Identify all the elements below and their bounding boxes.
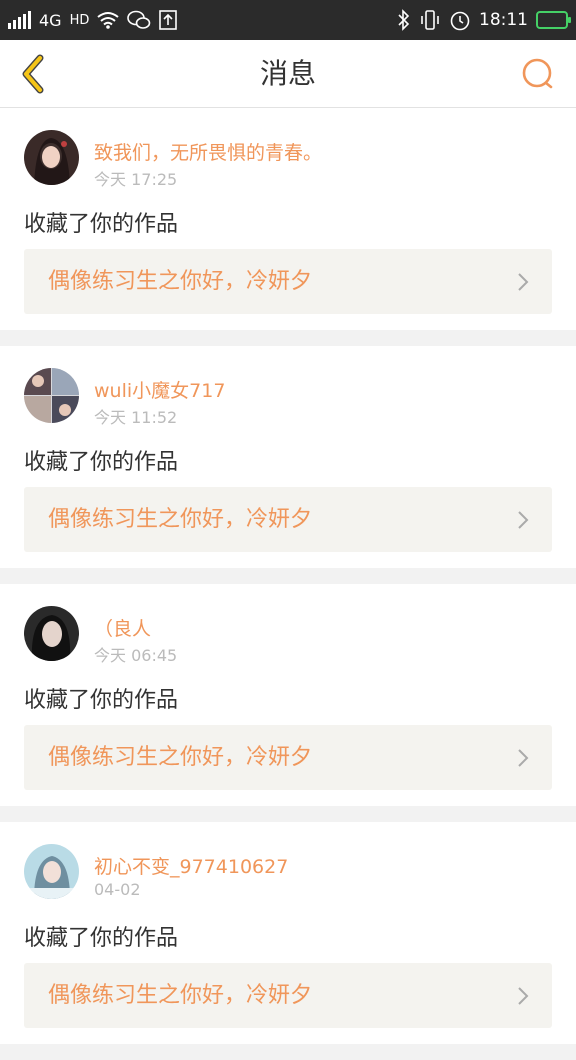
status-bar-left: 4G HD (8, 0, 178, 40)
username[interactable]: wuli小魔女717 (94, 376, 225, 403)
network-type: 4G (39, 10, 62, 30)
action-text: 收藏了你的作品 (24, 926, 179, 951)
nav-bar: 消息 (0, 40, 576, 108)
status-bar: 4G HD 18:11 (0, 0, 576, 40)
chevron-right-icon (518, 987, 529, 1005)
wechat-icon (127, 10, 151, 29)
username[interactable]: 致我们，无所畏惧的青春。 (94, 138, 322, 165)
action-text: 收藏了你的作品 (24, 450, 179, 475)
work-title: 偶像练习生之你好，冷妍夕 (48, 983, 313, 1008)
action-text: 收藏了你的作品 (24, 688, 179, 713)
message-time: 04-02 (94, 880, 141, 899)
message-time: 今天 06:45 (94, 646, 178, 665)
message-time: 今天 11:52 (94, 408, 178, 427)
avatar[interactable] (24, 606, 79, 661)
avatar[interactable] (24, 844, 79, 899)
message-card: （良人 今天 06:45 收藏了你的作品 偶像练习生之你好，冷妍夕 (0, 584, 576, 806)
message-card: 致我们，无所畏惧的青春。 今天 17:25 收藏了你的作品 偶像练习生之你好，冷… (0, 108, 576, 330)
battery-icon (536, 11, 571, 29)
message-card: wuli小魔女717 今天 11:52 收藏了你的作品 偶像练习生之你好，冷妍夕 (0, 346, 576, 568)
work-title: 偶像练习生之你好，冷妍夕 (48, 507, 313, 532)
upload-icon (159, 10, 178, 30)
work-title: 偶像练习生之你好，冷妍夕 (48, 745, 313, 770)
signal-icon (8, 11, 31, 29)
message-time: 今天 17:25 (94, 170, 178, 189)
hd-badge: HD (69, 12, 90, 28)
search-icon (522, 58, 553, 89)
avatar[interactable] (24, 368, 79, 423)
username[interactable]: （良人 (94, 614, 151, 641)
alarm-icon (450, 11, 470, 31)
chevron-right-icon (518, 511, 529, 529)
search-button[interactable] (518, 54, 558, 94)
bluetooth-icon (398, 9, 410, 31)
work-link[interactable]: 偶像练习生之你好，冷妍夕 (24, 487, 552, 552)
work-title: 偶像练习生之你好，冷妍夕 (48, 269, 313, 294)
message-list: 致我们，无所畏惧的青春。 今天 17:25 收藏了你的作品 偶像练习生之你好，冷… (0, 108, 576, 1060)
vibrate-icon (421, 10, 439, 30)
message-card: 初心不变_977410627 04-02 收藏了你的作品 偶像练习生之你好，冷妍… (0, 822, 576, 1044)
page-title: 消息 (259, 57, 316, 90)
work-link[interactable]: 偶像练习生之你好，冷妍夕 (24, 725, 552, 790)
chevron-right-icon (518, 749, 529, 767)
action-text: 收藏了你的作品 (24, 212, 179, 237)
work-link[interactable]: 偶像练习生之你好，冷妍夕 (24, 249, 552, 314)
clock-time: 18:11 (479, 10, 528, 30)
status-bar-right: 18:11 (397, 0, 571, 40)
chevron-right-icon (518, 273, 529, 291)
wifi-icon (97, 12, 119, 29)
work-link[interactable]: 偶像练习生之你好，冷妍夕 (24, 963, 552, 1028)
avatar[interactable] (24, 130, 79, 185)
username[interactable]: 初心不变_977410627 (94, 852, 288, 879)
